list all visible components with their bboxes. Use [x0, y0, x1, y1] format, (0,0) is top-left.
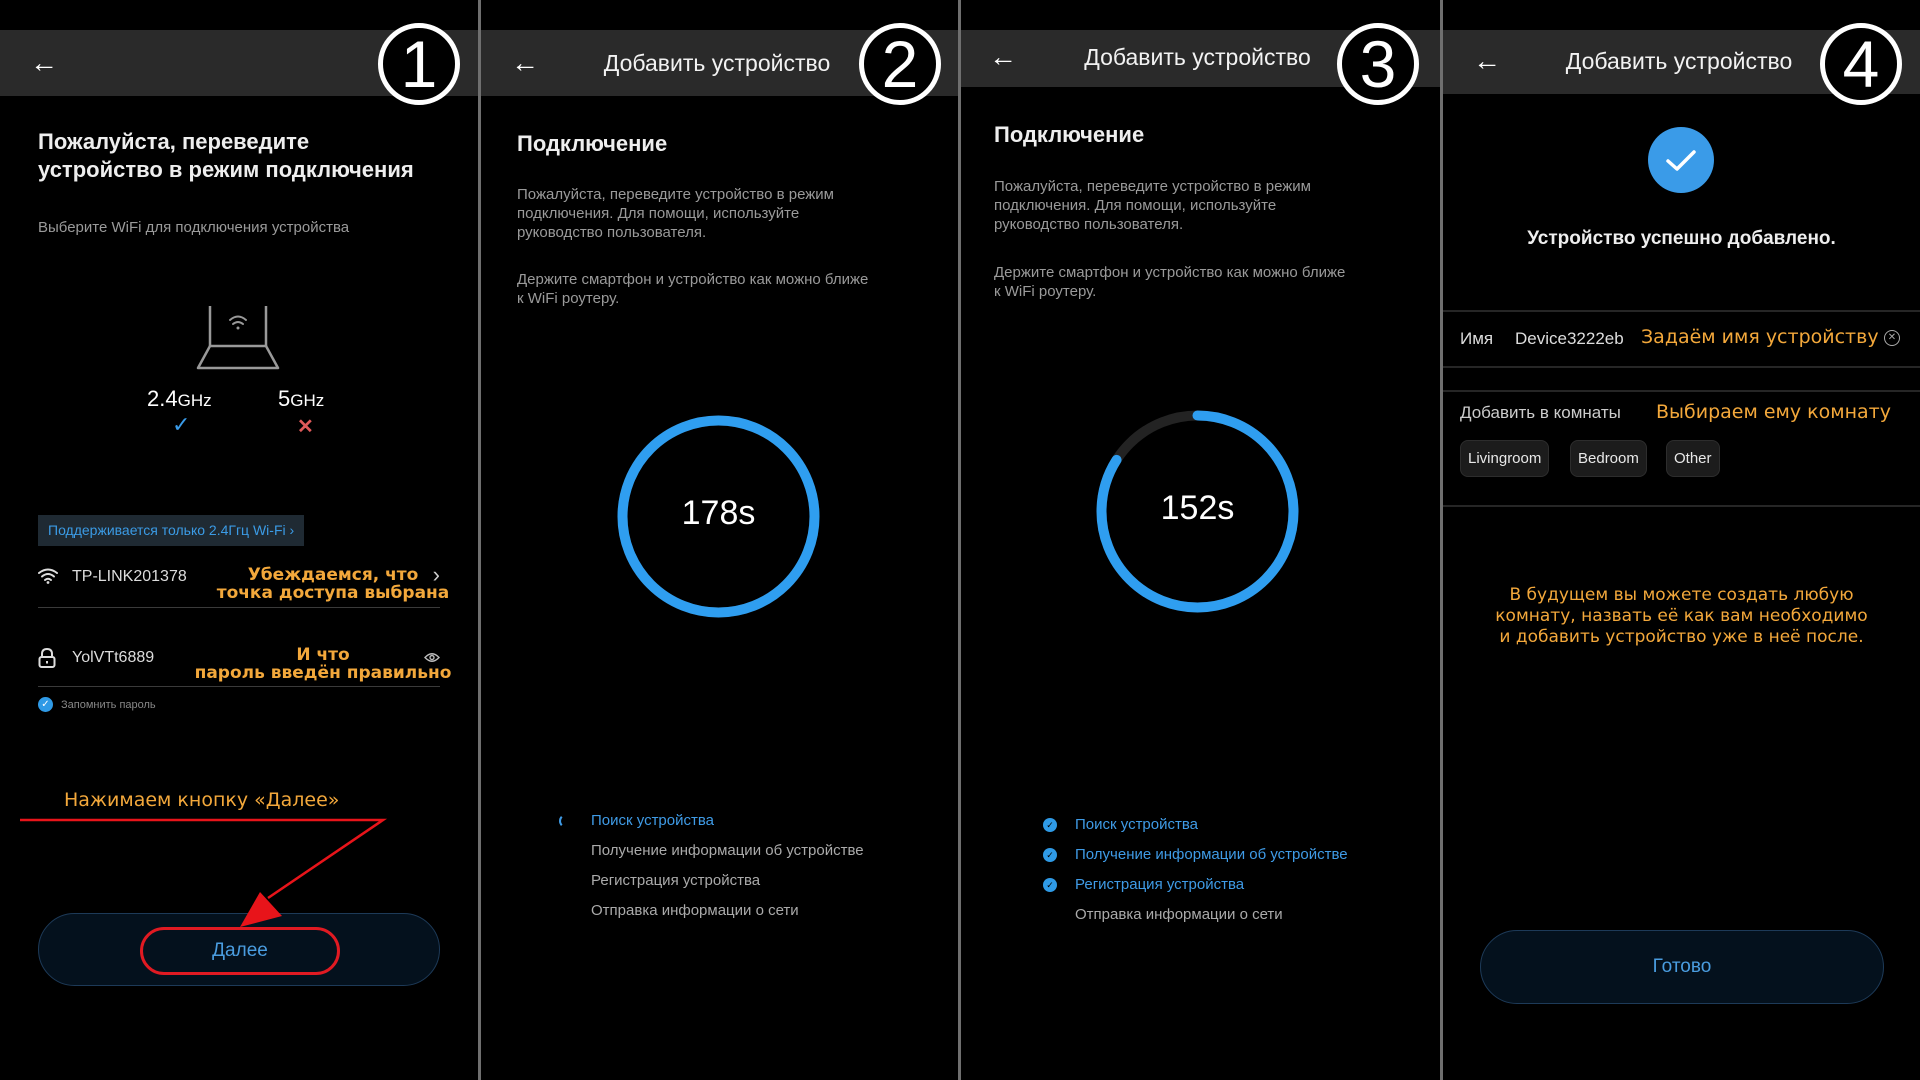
panel-step-1: ← 1 Пожалуйста, переведите устройство в …	[0, 0, 478, 1080]
name-label: Имя	[1460, 329, 1494, 348]
step-badge: 3	[1337, 23, 1419, 105]
check-circle-icon: ✓	[1043, 848, 1057, 862]
progress-steps: ✓ Поиск устройства ✓ Получение информации …	[1043, 810, 1348, 930]
hint: Держите смартфон и устройство как можно …	[994, 264, 1346, 300]
countdown-ring: 152s	[1095, 409, 1300, 614]
step-item: Получение информации об устройстве	[591, 842, 864, 859]
divider	[1443, 390, 1920, 392]
room-chip-livingroom[interactable]: Livingroom	[1460, 440, 1550, 477]
page-heading: Подключение	[994, 122, 1145, 147]
page-heading: Подключение	[517, 131, 668, 156]
step-item: ✓ Поиск устройства	[1043, 810, 1348, 840]
panel-step-2: ← Добавить устройство 2 Подключение Пожа…	[481, 0, 958, 1080]
annotation-name: Задаём имя устройству	[1641, 326, 1879, 348]
step-item: Отправка информации о сети	[591, 902, 799, 919]
rooms-label: Добавить в комнаты	[1460, 403, 1621, 422]
step-item: ✓ Регистрация устройства	[1043, 870, 1348, 900]
step-badge: 4	[1820, 23, 1902, 105]
divider	[1443, 310, 1920, 312]
step-badge: 2	[859, 23, 941, 105]
progress-steps: Поиск устройства Получение информации об…	[559, 806, 864, 926]
annotation-rooms-note: В будущем вы можете создать любую комнату…	[1495, 585, 1868, 647]
countdown-text: 178s	[681, 494, 756, 532]
clear-icon[interactable]: ✕	[1884, 330, 1900, 346]
step-item: Регистрация устройства	[591, 872, 761, 889]
annotation-arrow	[20, 818, 388, 927]
hint: Держите смартфон и устройство как можно …	[517, 271, 869, 307]
countdown-text: 152s	[1160, 489, 1235, 527]
done-button[interactable]: Готово	[1480, 930, 1884, 1004]
device-name-input[interactable]: Device3222eb	[1515, 329, 1624, 349]
spinner-icon	[559, 814, 573, 828]
check-circle-icon	[1648, 127, 1714, 193]
divider	[1443, 366, 1920, 368]
divider	[1443, 505, 1920, 507]
description: Пожалуйста, переведите устройство в режи…	[517, 186, 834, 241]
panel-step-4: ← Добавить устройство 4 Устройство успеш…	[1443, 0, 1920, 1080]
check-circle-icon: ✓	[1043, 818, 1057, 832]
annotation-rooms: Выбираем ему комнату	[1656, 401, 1891, 423]
step-item: Поиск устройства	[559, 806, 864, 836]
step-item: ✓ Получение информации об устройстве	[1043, 840, 1348, 870]
description: Пожалуйста, переведите устройство в режи…	[994, 178, 1311, 233]
check-circle-icon: ✓	[1043, 878, 1057, 892]
step-item: Отправка информации о сети	[1075, 906, 1283, 923]
room-chip-bedroom[interactable]: Bedroom	[1570, 440, 1647, 477]
room-chip-other[interactable]: Other	[1666, 440, 1720, 477]
success-text: Устройство успешно добавлено.	[1527, 228, 1836, 249]
panel-step-3: ← Добавить устройство 3 Подключение Пожа…	[961, 0, 1440, 1080]
countdown-ring: 178s	[616, 414, 821, 619]
